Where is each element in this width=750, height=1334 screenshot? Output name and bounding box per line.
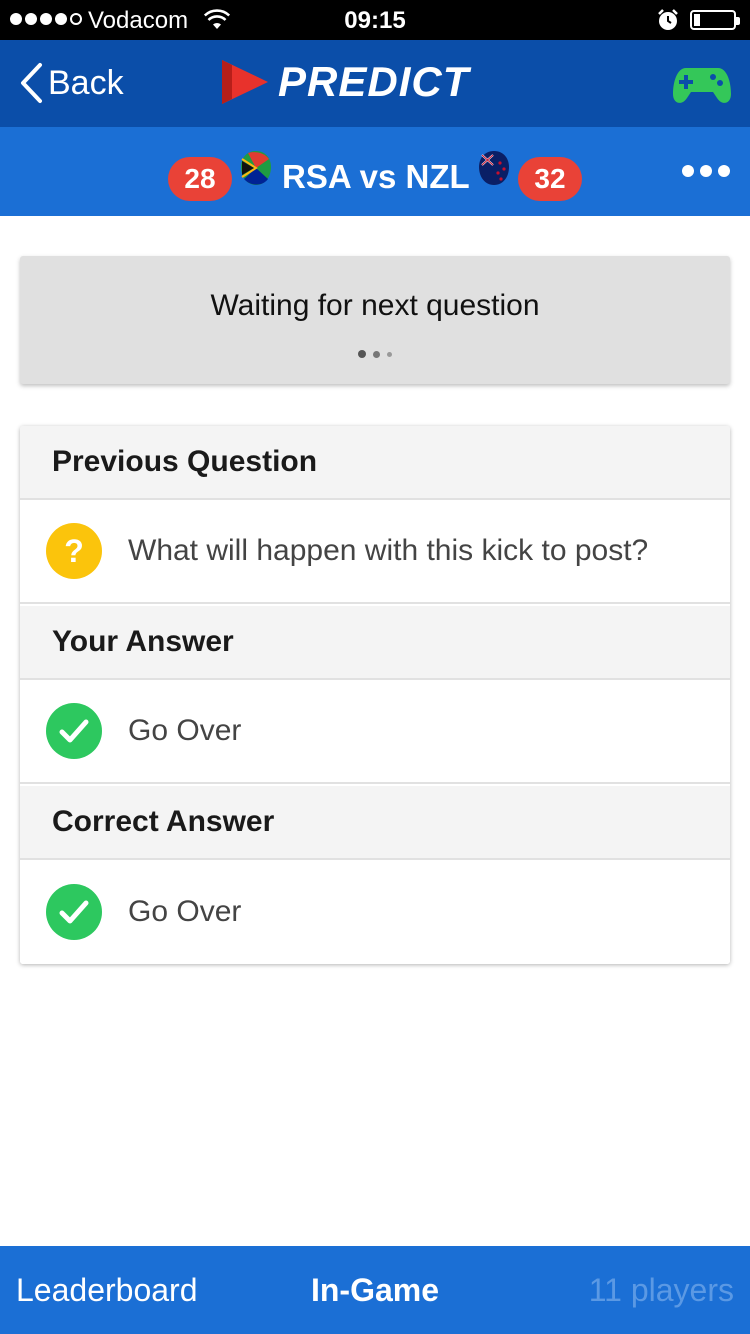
correct-answer-row: Go Over xyxy=(20,860,730,964)
waiting-card: Waiting for next question xyxy=(20,256,730,384)
status-time: 09:15 xyxy=(344,7,406,34)
match-bar: 28 RSA vs NZL 32 xyxy=(0,127,750,216)
checkmark-icon xyxy=(46,703,102,759)
correct-answer-text: Go Over xyxy=(128,895,242,928)
alarm-icon xyxy=(658,9,678,30)
question-mark-icon: ? xyxy=(46,523,102,579)
svg-text:?: ? xyxy=(64,533,84,569)
players-count: 11 players xyxy=(588,1272,734,1308)
checkmark-icon xyxy=(46,884,102,940)
loading-dots-icon xyxy=(358,350,392,358)
back-label: Back xyxy=(48,63,124,102)
nav-bar: Back PREDICT xyxy=(0,40,750,127)
waiting-message: Waiting for next question xyxy=(210,289,540,322)
away-score-badge: 32 xyxy=(518,157,582,201)
bottom-tab-bar: In-Game Leaderboard 11 players xyxy=(0,1246,750,1334)
home-score-badge: 28 xyxy=(168,157,232,201)
new-zealand-flag-icon xyxy=(479,151,509,185)
gamepad-icon[interactable] xyxy=(672,64,732,106)
play-logo-icon xyxy=(222,60,268,104)
more-options-icon[interactable] xyxy=(682,165,730,177)
chevron-left-icon xyxy=(21,63,42,103)
your-answer-header: Your Answer xyxy=(20,606,730,680)
question-text: What will happen with this kick to post? xyxy=(128,534,649,567)
app-logo: PREDICT xyxy=(220,58,469,106)
back-button[interactable]: Back xyxy=(18,60,124,106)
your-answer-text: Go Over xyxy=(128,714,242,747)
previous-question-card: Previous Question ? What will happen wit… xyxy=(20,426,730,964)
status-bar: Vodacom 09:15 xyxy=(0,0,750,40)
your-answer-row: Go Over xyxy=(20,680,730,784)
match-title: RSA vs NZL xyxy=(282,158,470,195)
question-row: ? What will happen with this kick to pos… xyxy=(20,500,730,604)
correct-answer-header: Correct Answer xyxy=(20,786,730,860)
previous-question-header: Previous Question xyxy=(20,426,730,500)
battery-icon xyxy=(690,10,740,30)
app-title: PREDICT xyxy=(278,58,470,105)
south-africa-flag-icon xyxy=(241,151,271,185)
tab-leaderboard[interactable]: Leaderboard xyxy=(16,1246,197,1334)
